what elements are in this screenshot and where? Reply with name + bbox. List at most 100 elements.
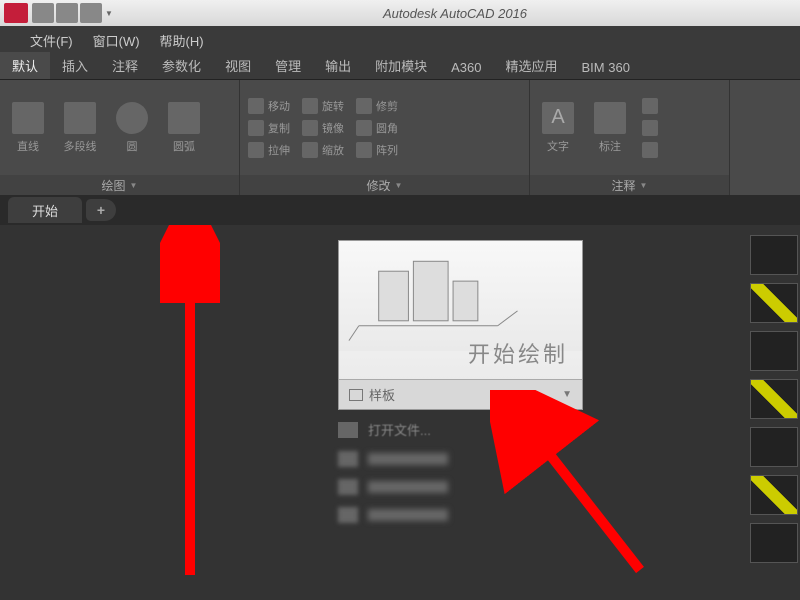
dimension-button[interactable]: 标注 <box>586 93 634 163</box>
list-item[interactable] <box>338 479 448 495</box>
table-button[interactable] <box>638 96 662 116</box>
tab-param[interactable]: 参数化 <box>150 52 213 79</box>
modify-rotate-button[interactable]: 旋转 <box>298 96 348 116</box>
open-file-item[interactable]: 打开文件... <box>338 420 448 439</box>
mirror-icon <box>302 120 318 136</box>
template-dropdown[interactable]: 样板 ▼ <box>339 379 582 409</box>
start-drawing-title: 开始绘制 <box>468 337 568 369</box>
tab-bim360[interactable]: BIM 360 <box>570 56 642 79</box>
modify-stretch-button[interactable]: 拉伸 <box>244 140 294 160</box>
draw-arc-button[interactable]: 圆弧 <box>160 93 208 163</box>
tab-featured[interactable]: 精选应用 <box>494 52 570 79</box>
draw-circle-button[interactable]: 圆 <box>108 93 156 163</box>
array-icon <box>356 142 372 158</box>
annotation-arrow-left <box>160 225 220 585</box>
modify-trim-button[interactable]: 修剪 <box>352 96 402 116</box>
thumbnail[interactable] <box>750 379 798 419</box>
draw-line-button[interactable]: 直线 <box>4 93 52 163</box>
rotate-icon <box>302 98 318 114</box>
thumbnail[interactable] <box>750 523 798 563</box>
menu-window[interactable]: 窗口(W) <box>93 31 140 50</box>
modify-mirror-button[interactable]: 镜像 <box>298 118 348 138</box>
list-item[interactable] <box>338 507 448 523</box>
polyline-label: 多段线 <box>64 138 97 154</box>
polyline-icon <box>64 102 96 134</box>
window-title: Autodesk AutoCAD 2016 <box>114 6 796 21</box>
panel-annotation-title[interactable]: 注释▼ <box>530 175 729 195</box>
modify-array-button[interactable]: 阵列 <box>352 140 402 160</box>
menu-bar: 文件(F) 窗口(W) 帮助(H) <box>0 26 800 54</box>
thumbnail[interactable] <box>750 235 798 275</box>
thumbnail[interactable] <box>750 475 798 515</box>
arc-label: 圆弧 <box>173 138 195 154</box>
scale-icon <box>302 142 318 158</box>
open-file-label: 打开文件... <box>368 420 431 439</box>
tab-annotate[interactable]: 注释 <box>100 52 150 79</box>
fillet-icon <box>356 120 372 136</box>
text-label: 文字 <box>547 138 569 154</box>
thumbnail[interactable] <box>750 427 798 467</box>
tab-manage[interactable]: 管理 <box>263 52 313 79</box>
dimension-icon <box>594 102 626 134</box>
chevron-down-icon: ▼ <box>562 389 572 400</box>
thumbnail-strip <box>750 235 800 600</box>
file-icon <box>338 451 358 467</box>
start-drawing-card[interactable]: 开始绘制 样板 ▼ <box>338 240 583 410</box>
modify-fillet-button[interactable]: 圆角 <box>352 118 402 138</box>
menu-file[interactable]: 文件(F) <box>30 31 73 50</box>
template-label: 样板 <box>369 385 556 404</box>
file-icon <box>338 507 358 523</box>
dim-label: 标注 <box>599 138 621 154</box>
list-item[interactable] <box>338 451 448 467</box>
annotation-arrow-right <box>490 390 670 590</box>
line-label: 直线 <box>17 138 39 154</box>
ribbon-content: 直线 多段线 圆 圆弧 绘图▼ 移动 复制 拉伸 <box>0 80 800 195</box>
folder-icon <box>338 422 358 438</box>
move-icon <box>248 98 264 114</box>
recent-actions-list: 打开文件... <box>338 420 448 523</box>
tab-default[interactable]: 默认 <box>0 52 50 79</box>
annot-more-button[interactable] <box>638 140 662 160</box>
tab-insert[interactable]: 插入 <box>50 52 100 79</box>
tab-addon[interactable]: 附加模块 <box>363 52 439 79</box>
file-icon <box>338 479 358 495</box>
text-button[interactable]: A 文字 <box>534 93 582 163</box>
thumbnail[interactable] <box>750 283 798 323</box>
ribbon-tab-strip: 默认 插入 注释 参数化 视图 管理 输出 附加模块 A360 精选应用 BIM… <box>0 54 800 80</box>
copy-icon <box>248 120 264 136</box>
card-illustration <box>339 241 582 351</box>
thumbnail[interactable] <box>750 331 798 371</box>
qat-dropdown-icon[interactable]: ▼ <box>104 3 114 23</box>
chevron-down-icon: ▼ <box>640 181 648 190</box>
template-icon <box>349 389 363 401</box>
leader-button[interactable] <box>638 118 662 138</box>
menu-help[interactable]: 帮助(H) <box>160 31 204 50</box>
new-tab-button[interactable]: + <box>86 199 116 221</box>
doc-tab-start[interactable]: 开始 <box>8 197 82 223</box>
tab-a360[interactable]: A360 <box>439 56 493 79</box>
qat-save-icon[interactable] <box>80 3 102 23</box>
modify-copy-button[interactable]: 复制 <box>244 118 294 138</box>
leader-icon <box>642 120 658 136</box>
trim-icon <box>356 98 372 114</box>
app-logo[interactable] <box>4 3 28 23</box>
arc-icon <box>168 102 200 134</box>
document-tab-bar: 开始 + <box>0 195 800 225</box>
line-icon <box>12 102 44 134</box>
panel-draw-title[interactable]: 绘图▼ <box>0 175 239 195</box>
modify-scale-button[interactable]: 缩放 <box>298 140 348 160</box>
qat-open-icon[interactable] <box>56 3 78 23</box>
panel-modify-title[interactable]: 修改▼ <box>240 175 529 195</box>
tab-output[interactable]: 输出 <box>313 52 363 79</box>
circle-label: 圆 <box>127 138 138 154</box>
draw-polyline-button[interactable]: 多段线 <box>56 93 104 163</box>
table-icon <box>642 98 658 114</box>
stretch-icon <box>248 142 264 158</box>
tab-view[interactable]: 视图 <box>213 52 263 79</box>
more-icon <box>642 142 658 158</box>
panel-modify: 移动 复制 拉伸 旋转 镜像 缩放 修剪 圆角 阵列 修改▼ <box>240 80 530 195</box>
circle-icon <box>116 102 148 134</box>
qat-new-icon[interactable] <box>32 3 54 23</box>
text-icon: A <box>542 102 574 134</box>
modify-move-button[interactable]: 移动 <box>244 96 294 116</box>
